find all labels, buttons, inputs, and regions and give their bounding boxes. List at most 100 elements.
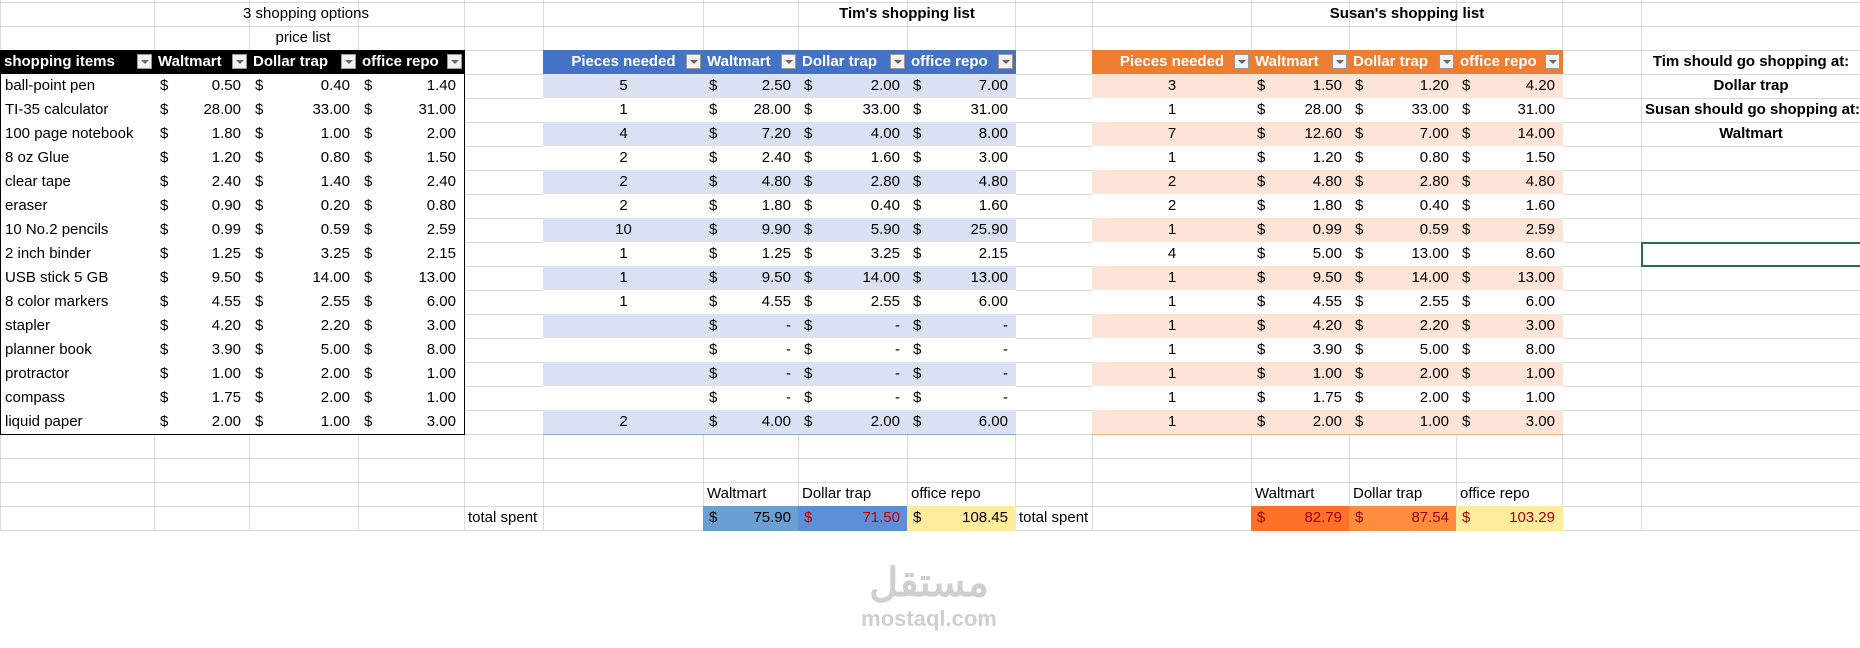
cost-cell[interactable]: $6.00 xyxy=(1456,290,1563,315)
cost-cell[interactable]: $1.75 xyxy=(1251,386,1350,411)
filter-dropdown-button[interactable] xyxy=(1234,54,1249,69)
cost-cell[interactable]: $4.20 xyxy=(1456,74,1563,99)
item-name-cell[interactable]: 8 oz Glue xyxy=(0,146,155,171)
pieces-needed-cell[interactable]: 1 xyxy=(1092,146,1252,171)
item-name-cell[interactable]: liquid paper xyxy=(0,410,155,435)
price-list-header[interactable]: Dollar trap xyxy=(249,50,359,75)
price-cell[interactable]: $9.50 xyxy=(154,266,250,291)
price-cell[interactable]: $3.90 xyxy=(154,338,250,363)
pieces-needed-cell[interactable]: 1 xyxy=(1092,362,1252,387)
cost-cell[interactable]: $ - xyxy=(907,314,1016,339)
price-cell[interactable]: $5.00 xyxy=(249,338,359,363)
price-cell[interactable]: $8.00 xyxy=(358,338,465,363)
cost-cell[interactable]: $ - xyxy=(907,338,1016,363)
filter-dropdown-button[interactable] xyxy=(686,54,701,69)
pieces-needed-cell[interactable]: 4 xyxy=(543,122,704,147)
cost-cell[interactable]: $4.80 xyxy=(1251,170,1350,195)
item-name-cell[interactable]: protractor xyxy=(0,362,155,387)
pieces-needed-cell[interactable]: 2 xyxy=(543,146,704,171)
tim-header[interactable]: Waltmart xyxy=(703,50,799,75)
cost-cell[interactable]: $1.20 xyxy=(1349,74,1457,99)
price-cell[interactable]: $2.40 xyxy=(154,170,250,195)
pieces-needed-cell[interactable]: 1 xyxy=(543,242,704,267)
cost-cell[interactable]: $13.00 xyxy=(1349,242,1457,267)
cost-cell[interactable]: $9.50 xyxy=(1251,266,1350,291)
price-cell[interactable]: $1.80 xyxy=(154,122,250,147)
cost-cell[interactable]: $33.00 xyxy=(798,98,908,123)
filter-dropdown-button[interactable] xyxy=(1439,54,1454,69)
cost-cell[interactable]: $3.90 xyxy=(1251,338,1350,363)
price-cell[interactable]: $1.00 xyxy=(358,386,465,411)
cost-cell[interactable]: $0.40 xyxy=(1349,194,1457,219)
cost-cell[interactable]: $31.00 xyxy=(1456,98,1563,123)
filter-dropdown-button[interactable] xyxy=(1332,54,1347,69)
cost-cell[interactable]: $3.00 xyxy=(1456,410,1563,435)
cost-cell[interactable]: $1.60 xyxy=(907,194,1016,219)
price-cell[interactable]: $1.20 xyxy=(154,146,250,171)
filter-dropdown-button[interactable] xyxy=(890,54,905,69)
cost-cell[interactable]: $0.99 xyxy=(1251,218,1350,243)
cost-cell[interactable]: $4.80 xyxy=(1456,170,1563,195)
pieces-needed-cell[interactable]: 1 xyxy=(543,98,704,123)
price-cell[interactable]: $0.40 xyxy=(249,74,359,99)
cost-cell[interactable]: $2.55 xyxy=(798,290,908,315)
price-cell[interactable]: $1.25 xyxy=(154,242,250,267)
cost-cell[interactable]: $1.00 xyxy=(1251,362,1350,387)
pieces-needed-cell[interactable]: 2 xyxy=(1092,170,1252,195)
cost-cell[interactable]: $2.59 xyxy=(1456,218,1563,243)
price-cell[interactable]: $4.55 xyxy=(154,290,250,315)
total-tim-1[interactable]: $71.50 xyxy=(798,506,908,531)
price-cell[interactable]: $2.55 xyxy=(249,290,359,315)
item-name-cell[interactable]: 100 page notebook xyxy=(0,122,155,147)
filter-dropdown-button[interactable] xyxy=(137,54,152,69)
pieces-needed-cell[interactable]: 7 xyxy=(1092,122,1252,147)
item-name-cell[interactable]: ball-point pen xyxy=(0,74,155,99)
cost-cell[interactable]: $1.00 xyxy=(1456,362,1563,387)
cost-cell[interactable]: $1.20 xyxy=(1251,146,1350,171)
price-list-header[interactable]: Waltmart xyxy=(154,50,250,75)
cost-cell[interactable]: $5.90 xyxy=(798,218,908,243)
pieces-needed-cell[interactable]: 1 xyxy=(1092,98,1252,123)
price-cell[interactable]: $1.00 xyxy=(249,122,359,147)
price-cell[interactable]: $0.99 xyxy=(154,218,250,243)
cost-cell[interactable]: $7.00 xyxy=(1349,122,1457,147)
total-susan-2[interactable]: $103.29 xyxy=(1456,506,1563,531)
price-cell[interactable]: $4.20 xyxy=(154,314,250,339)
price-cell[interactable]: $1.40 xyxy=(358,74,465,99)
tim-header[interactable]: office repo xyxy=(907,50,1016,75)
cost-cell[interactable]: $ - xyxy=(798,362,908,387)
cost-cell[interactable]: $28.00 xyxy=(1251,98,1350,123)
cost-cell[interactable]: $5.00 xyxy=(1349,338,1457,363)
cost-cell[interactable]: $0.59 xyxy=(1349,218,1457,243)
price-cell[interactable]: $2.00 xyxy=(249,362,359,387)
cost-cell[interactable]: $1.00 xyxy=(1456,386,1563,411)
cost-cell[interactable]: $ - xyxy=(907,362,1016,387)
cost-cell[interactable]: $13.00 xyxy=(1456,266,1563,291)
price-cell[interactable]: $3.00 xyxy=(358,410,465,435)
cost-cell[interactable]: $33.00 xyxy=(1349,98,1457,123)
price-cell[interactable]: $0.90 xyxy=(154,194,250,219)
pieces-needed-cell[interactable]: 3 xyxy=(1092,74,1252,99)
price-cell[interactable]: $13.00 xyxy=(358,266,465,291)
pieces-needed-cell[interactable] xyxy=(543,338,704,363)
pieces-needed-cell[interactable] xyxy=(543,314,704,339)
cost-cell[interactable]: $2.00 xyxy=(1349,362,1457,387)
price-cell[interactable]: $14.00 xyxy=(249,266,359,291)
tim-header[interactable]: Pieces needed xyxy=(543,50,704,75)
price-cell[interactable]: $2.40 xyxy=(358,170,465,195)
filter-dropdown-button[interactable] xyxy=(1545,54,1560,69)
price-cell[interactable]: $1.50 xyxy=(358,146,465,171)
cost-cell[interactable]: $6.00 xyxy=(907,290,1016,315)
price-cell[interactable]: $3.25 xyxy=(249,242,359,267)
pieces-needed-cell[interactable] xyxy=(543,386,704,411)
tim-header[interactable]: Dollar trap xyxy=(798,50,908,75)
cost-cell[interactable]: $2.00 xyxy=(1251,410,1350,435)
cost-cell[interactable]: $2.80 xyxy=(1349,170,1457,195)
filter-dropdown-button[interactable] xyxy=(781,54,796,69)
pieces-needed-cell[interactable]: 2 xyxy=(543,410,704,435)
cost-cell[interactable]: $2.40 xyxy=(703,146,799,171)
cost-cell[interactable]: $4.80 xyxy=(907,170,1016,195)
cost-cell[interactable]: $1.80 xyxy=(703,194,799,219)
pieces-needed-cell[interactable]: 1 xyxy=(1092,290,1252,315)
price-cell[interactable]: $33.00 xyxy=(249,98,359,123)
